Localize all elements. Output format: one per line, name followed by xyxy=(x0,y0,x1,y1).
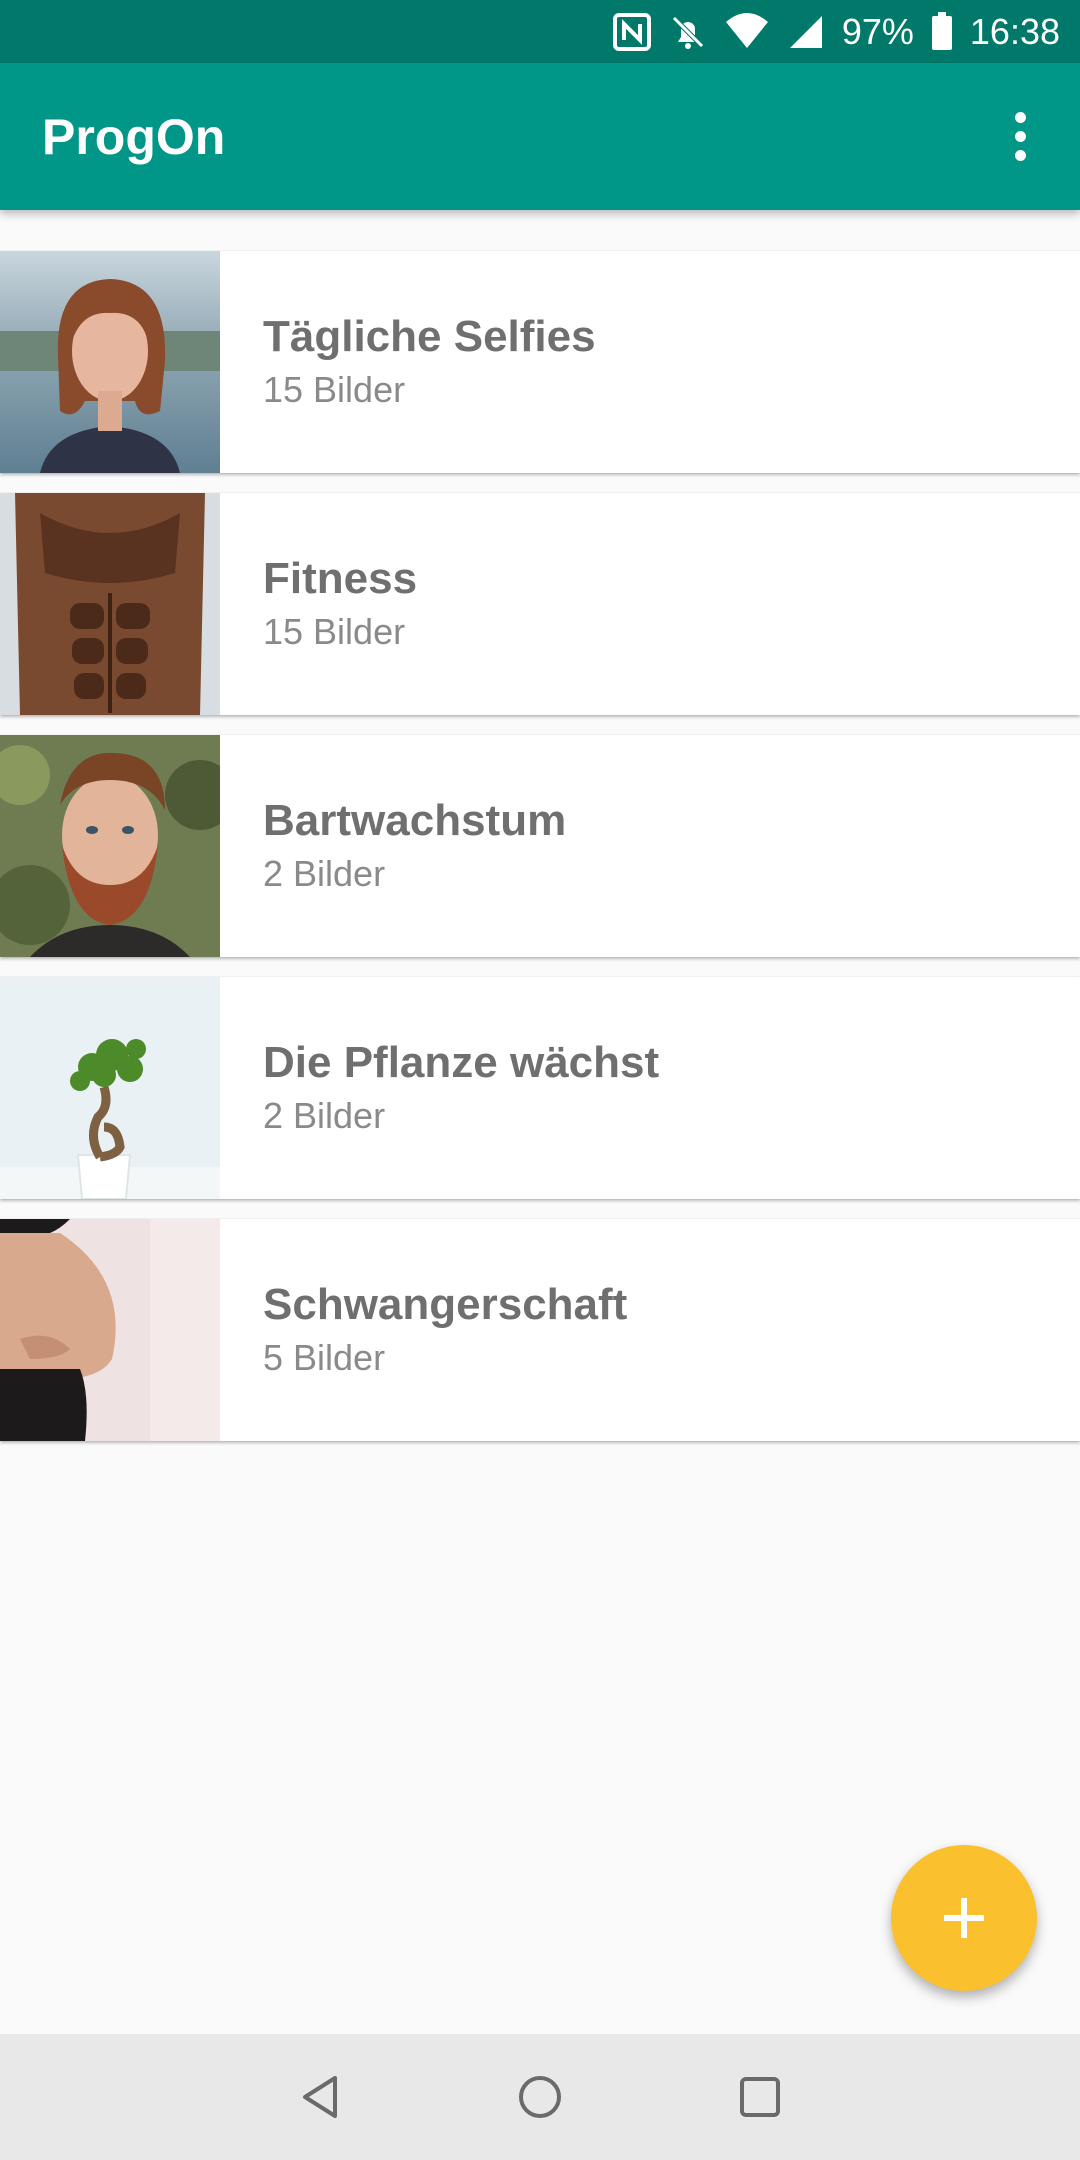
album-count: 5 Bilder xyxy=(263,1337,386,1378)
album-card[interactable]: Schwangerschaft 5 Bilder xyxy=(0,1219,1080,1441)
album-title: Tägliche Selfies xyxy=(263,312,596,361)
signal-icon xyxy=(786,12,826,52)
nfc-icon xyxy=(612,12,652,52)
plus-icon xyxy=(944,1898,984,1938)
wifi-icon xyxy=(724,12,770,52)
navigation-bar xyxy=(0,2034,1080,2160)
album-count: 2 Bilder xyxy=(263,853,386,894)
bonsai-plant-thumbnail xyxy=(0,977,220,1199)
back-icon[interactable] xyxy=(280,2057,360,2137)
home-icon[interactable] xyxy=(500,2057,580,2137)
album-count: 2 Bilder xyxy=(263,1095,386,1136)
status-bar: 97% 16:38 xyxy=(0,0,1080,63)
bell-off-icon xyxy=(668,12,708,52)
clock: 16:38 xyxy=(969,10,1060,52)
woman-portrait-thumbnail xyxy=(0,251,220,473)
add-album-button[interactable] xyxy=(891,1845,1037,1991)
album-card[interactable]: Fitness 15 Bilder xyxy=(0,493,1080,715)
torso-thumbnail xyxy=(0,493,220,715)
more-vert-icon[interactable] xyxy=(990,92,1050,182)
album-title: Schwangerschaft xyxy=(263,1280,628,1329)
app-title: ProgOn xyxy=(42,108,226,165)
battery-icon xyxy=(930,11,954,52)
album-card[interactable]: Die Pflanze wächst 2 Bilder xyxy=(0,977,1080,1199)
recents-icon[interactable] xyxy=(720,2057,800,2137)
album-card[interactable]: Tägliche Selfies 15 Bilder xyxy=(0,251,1080,473)
album-list: Tägliche Selfies 15 Bilder Fitness 15 Bi… xyxy=(0,251,1080,1461)
album-count: 15 Bilder xyxy=(263,611,406,652)
album-title: Die Pflanze wächst xyxy=(263,1038,660,1087)
album-count: 15 Bilder xyxy=(263,369,406,410)
album-title: Fitness xyxy=(263,554,418,603)
pregnant-belly-thumbnail xyxy=(0,1219,220,1441)
bearded-man-thumbnail xyxy=(0,735,220,957)
app-bar: ProgOn xyxy=(0,63,1080,210)
album-title: Bartwachstum xyxy=(263,796,567,845)
battery-level: 97% xyxy=(841,10,914,52)
album-card[interactable]: Bartwachstum 2 Bilder xyxy=(0,735,1080,957)
